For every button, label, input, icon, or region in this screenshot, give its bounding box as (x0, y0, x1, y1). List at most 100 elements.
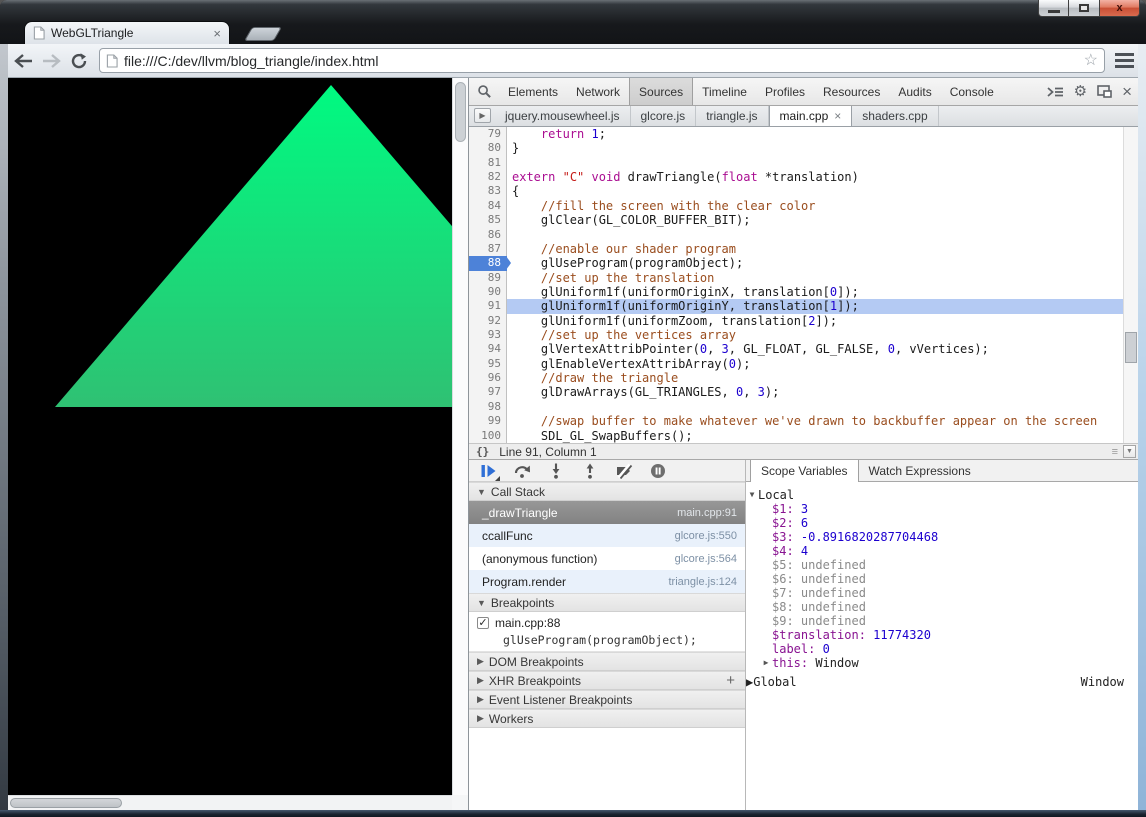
console-drawer-icon[interactable] (1047, 85, 1064, 99)
line-number[interactable]: 94 (469, 342, 507, 356)
bookmark-star-icon[interactable]: ☆ (1084, 53, 1098, 69)
section-header-dom-breakpoints[interactable]: ▶DOM Breakpoints (469, 652, 745, 671)
frame-location-link[interactable]: main.cpp:91 (677, 507, 737, 519)
code-line-88[interactable]: 88 glUseProgram(programObject); (469, 256, 1138, 270)
line-number[interactable]: 98 (469, 400, 507, 414)
editor-scrollbar-thumb[interactable] (1125, 332, 1137, 363)
code-line-100[interactable]: 100 SDL_GL_SwapBuffers(); (469, 429, 1138, 443)
step-over-button[interactable] (513, 463, 531, 479)
line-number[interactable]: 79 (469, 127, 507, 141)
line-number[interactable]: 87 (469, 242, 507, 256)
panel-tab-resources[interactable]: Resources (814, 78, 889, 105)
code-line-86[interactable]: 86 (469, 228, 1138, 242)
code-line-85[interactable]: 85 glClear(GL_COLOR_BUFFER_BIT); (469, 213, 1138, 227)
breakpoint-line-number[interactable]: 88 (469, 256, 507, 270)
code-line-92[interactable]: 92 glUniform1f(uniformZoom, translation[… (469, 314, 1138, 328)
file-tab-main.cpp[interactable]: main.cpp× (769, 106, 853, 126)
page-horizontal-scrollbar-thumb[interactable] (10, 798, 122, 808)
close-file-tab-icon[interactable]: × (834, 109, 841, 123)
section-header-event-listener-breakpoints[interactable]: ▶Event Listener Breakpoints (469, 690, 745, 709)
code-line-87[interactable]: 87 //enable our shader program (469, 242, 1138, 256)
line-number[interactable]: 95 (469, 357, 507, 371)
omnibox[interactable]: ☆ (99, 48, 1105, 73)
close-window-button[interactable]: x (1100, 0, 1140, 17)
code-line-94[interactable]: 94 glVertexAttribPointer(0, 3, GL_FLOAT,… (469, 342, 1138, 356)
code-line-93[interactable]: 93 //set up the vertices array (469, 328, 1138, 342)
panel-tab-elements[interactable]: Elements (499, 78, 567, 105)
code-line-90[interactable]: 90 glUniform1f(uniformOriginX, translati… (469, 285, 1138, 299)
step-out-button[interactable] (581, 463, 599, 479)
page-vertical-scrollbar-thumb[interactable] (455, 82, 466, 142)
panel-tab-timeline[interactable]: Timeline (693, 78, 756, 105)
code-line-99[interactable]: 99 //swap buffer to make whatever we've … (469, 414, 1138, 428)
code-line-82[interactable]: 82extern "C" void drawTriangle(float *tr… (469, 170, 1138, 184)
section-header-workers[interactable]: ▶Workers (469, 709, 745, 728)
panel-tab-network[interactable]: Network (567, 78, 629, 105)
add-xhr-breakpoint-button[interactable]: + (726, 672, 735, 689)
sidebar-tab-watch-expressions[interactable]: Watch Expressions (859, 460, 981, 481)
minimize-button[interactable] (1038, 0, 1069, 17)
line-number[interactable]: 80 (469, 141, 507, 155)
breakpoint-checkbox[interactable]: ✓ (477, 617, 489, 629)
line-number[interactable]: 86 (469, 228, 507, 242)
page-horizontal-scrollbar[interactable] (8, 795, 452, 810)
code-line-97[interactable]: 97 glDrawArrays(GL_TRIANGLES, 0, 3); (469, 385, 1138, 399)
line-number[interactable]: 93 (469, 328, 507, 342)
gear-icon[interactable]: ⚙ (1074, 84, 1087, 99)
frame-location-link[interactable]: triangle.js:124 (669, 576, 738, 588)
panel-tab-profiles[interactable]: Profiles (756, 78, 814, 105)
panel-tab-sources[interactable]: Sources (629, 78, 693, 105)
file-tab-glcore.js[interactable]: glcore.js (631, 106, 697, 126)
line-number[interactable]: 99 (469, 414, 507, 428)
code-line-96[interactable]: 96 //draw the triangle (469, 371, 1138, 385)
scrollbar-down-button[interactable]: ▼ (1123, 445, 1136, 458)
devtools-close-icon[interactable]: × (1122, 84, 1132, 99)
code-line-84[interactable]: 84 //fill the screen with the clear colo… (469, 199, 1138, 213)
resume-button[interactable] (479, 463, 497, 479)
stack-frame--drawTriangle[interactable]: _drawTrianglemain.cpp:91 (469, 501, 745, 524)
stack-frame-Program-render[interactable]: Program.rendertriangle.js:124 (469, 570, 745, 593)
dock-icon[interactable] (1097, 85, 1112, 98)
menu-button[interactable] (1111, 53, 1137, 68)
editor-scrollbar[interactable] (1123, 127, 1138, 443)
code-editor[interactable]: 79 return 1;80}8182extern "C" void drawT… (469, 127, 1138, 443)
file-tab-shaders.cpp[interactable]: shaders.cpp (852, 106, 938, 126)
webgl-canvas[interactable] (8, 78, 452, 795)
line-number[interactable]: 96 (469, 371, 507, 385)
browser-tab[interactable]: WebGLTriangle × (24, 21, 230, 44)
pause-on-exceptions-button[interactable] (649, 463, 667, 479)
line-number[interactable]: 82 (469, 170, 507, 184)
call-stack-header[interactable]: ▼ Call Stack (469, 482, 745, 501)
step-into-button[interactable] (547, 463, 565, 479)
tab-close-icon[interactable]: × (213, 27, 221, 40)
line-number[interactable]: 100 (469, 429, 507, 443)
show-navigator-button[interactable]: ▶ (474, 108, 491, 123)
scope-global-row[interactable]: ▶GlobalWindow (746, 674, 1138, 690)
line-number[interactable]: 85 (469, 213, 507, 227)
stack-frame--anonymous-function-[interactable]: (anonymous function)glcore.js:564 (469, 547, 745, 570)
file-tab-jquery.mousewheel.js[interactable]: jquery.mousewheel.js (495, 106, 631, 126)
line-number[interactable]: 92 (469, 314, 507, 328)
code-line-91[interactable]: 91 glUniform1f(uniformOriginY, translati… (469, 299, 1138, 313)
code-line-79[interactable]: 79 return 1; (469, 127, 1138, 141)
pretty-print-icon[interactable]: {} (476, 445, 489, 458)
search-button[interactable] (469, 78, 499, 105)
breakpoint-entry[interactable]: ✓main.cpp:88glUseProgram(programObject); (469, 612, 745, 652)
back-button[interactable] (9, 47, 37, 75)
breakpoints-header[interactable]: ▼ Breakpoints (469, 593, 745, 612)
code-line-83[interactable]: 83{ (469, 184, 1138, 198)
code-line-98[interactable]: 98 (469, 400, 1138, 414)
section-header-xhr-breakpoints[interactable]: ▶XHR Breakpoints+ (469, 671, 745, 690)
forward-button[interactable] (37, 47, 65, 75)
line-number[interactable]: 90 (469, 285, 507, 299)
scope-var-this[interactable]: ▶this: Window (746, 656, 1138, 670)
frame-location-link[interactable]: glcore.js:564 (675, 553, 737, 565)
line-number[interactable]: 83 (469, 184, 507, 198)
line-number[interactable]: 91 (469, 299, 507, 313)
code-line-89[interactable]: 89 //set up the translation (469, 271, 1138, 285)
line-number[interactable]: 89 (469, 271, 507, 285)
frame-location-link[interactable]: glcore.js:550 (675, 530, 737, 542)
scope-local-row[interactable]: ▼Local (746, 488, 1138, 502)
panel-tab-console[interactable]: Console (941, 78, 1003, 105)
code-line-81[interactable]: 81 (469, 156, 1138, 170)
